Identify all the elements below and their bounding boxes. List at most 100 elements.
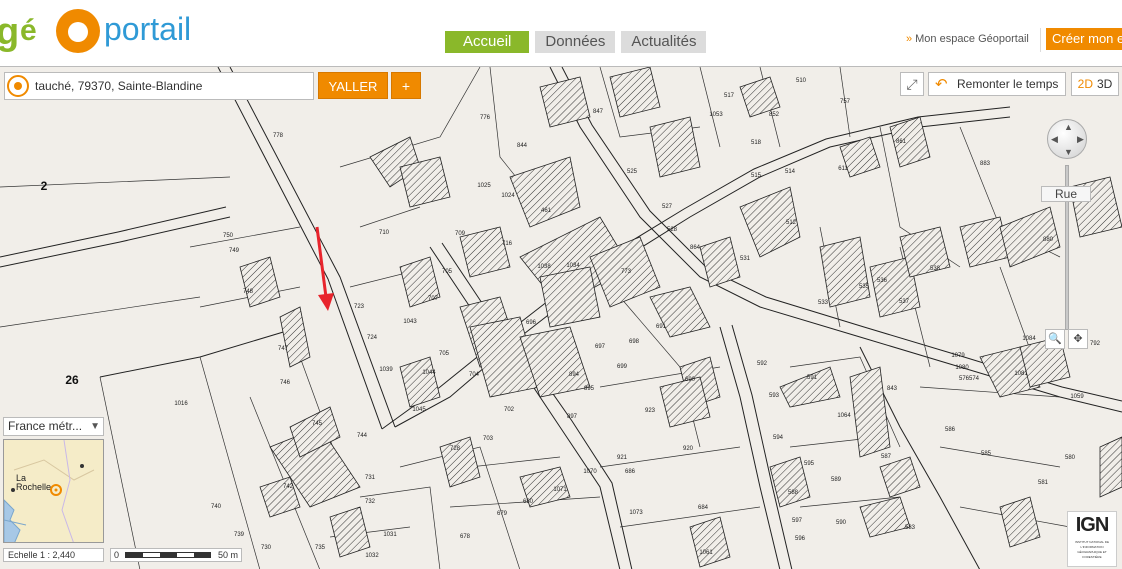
scale-start-label: 0 [114,550,120,560]
parcel-label: 861 [896,139,907,145]
parcel-label: 1079 [951,353,965,359]
parcel-label: 923 [645,408,656,414]
section-label: 26 [65,373,79,387]
tab-accueil[interactable]: Accueil [445,31,530,53]
parcel-label: 757 [840,99,851,105]
cadastral-map[interactable]: 2 26 778 776 844 847 1025 1024 461 710 7… [0,67,1122,569]
view-mode-toggle[interactable]: 2D 3D [1071,72,1119,96]
mon-espace-link[interactable]: » Mon espace Géoportail [906,33,1029,45]
parcel-label: 581 [1038,480,1049,486]
parcel-label: 536 [877,278,888,284]
pan-left-icon[interactable]: ◀ [1051,134,1058,145]
region-select[interactable]: France métr... ▼ [3,417,104,436]
section-label: 2 [41,179,48,193]
parcel-label: 535 [859,284,870,290]
parcel-label: 740 [211,504,222,510]
parcel-label: 773 [621,269,632,275]
parcel-label: 1039 [379,367,393,373]
zoom-out-icon[interactable]: ✥ [1068,329,1088,349]
create-account-button[interactable]: Créer mon e [1046,28,1122,50]
go-button[interactable]: YALLER [318,72,388,99]
parcel-label: 580 [1065,455,1076,461]
buildings [239,67,1122,568]
parcel-label: 538 [930,266,941,272]
parcel-label: 749 [229,248,240,254]
svg-text:g: g [0,11,19,53]
parcel-label: 730 [261,545,272,551]
parcel-label: 723 [354,304,365,310]
parcel-label: 883 [980,161,991,167]
parcel-label: 593 [769,393,780,399]
scale-end-label: 50 m [217,550,238,560]
mode-3d[interactable]: 3D [1097,77,1112,91]
parcel-label: 697 [595,344,606,350]
parcel-label: 583 [905,525,916,531]
parcel-label: 1031 [383,532,397,538]
parcel-label: 735 [315,545,326,551]
parcel-label: 537 [899,299,910,305]
tab-actualites[interactable]: Actualités [621,31,707,53]
parcel-label: 705 [442,269,453,275]
parcel-label: 1024 [501,193,515,199]
parcel-label: 510 [796,78,807,84]
parcel-label: 1064 [837,413,851,419]
ign-logo[interactable]: IGN INSTITUT NATIONAL DE L'INFORMATION G… [1067,511,1117,567]
search-bar [4,72,314,100]
parcel-label: 742 [283,484,294,490]
parcel-label: 710 [379,230,390,236]
scale-text: Echelle 1 : 2,440 [3,548,104,562]
zoom-in-icon[interactable]: 🔍 [1045,329,1065,349]
parcel-label: 1053 [709,112,723,118]
parcel-label: 843 [887,386,898,392]
remonter-le-temps-button[interactable]: ↶ Remonter le temps [928,72,1066,96]
parcel-label: 750 [223,233,234,239]
more-options-button[interactable]: + [391,72,421,99]
parcel-label: 533 [818,300,829,306]
parcel-label: 1070 [583,469,597,475]
parcel-label: 1043 [403,319,417,325]
parcel-label: 592 [757,361,768,367]
region-value: France métr... [8,419,83,433]
parcel-label: 699 [617,364,628,370]
svg-text:é: é [20,14,37,47]
section-labels: 2 26 [41,179,79,387]
parcel-label: 920 [683,446,694,452]
pan-down-icon[interactable]: ▼ [1064,147,1073,157]
parcel-label: 515 [751,173,762,179]
locate-icon[interactable] [7,75,29,97]
parcel-label: 594 [773,435,784,441]
overview-map[interactable]: La Rochelle [3,439,104,543]
fullscreen-icon[interactable]: ⤢ [900,72,924,96]
parcel-label: 864 [690,245,701,251]
map-viewport[interactable]: 2 26 778 776 844 847 1025 1024 461 710 7… [0,66,1122,569]
parcel-label: 728 [450,446,461,452]
parcel-label: 518 [751,140,762,146]
parcel-label: 702 [504,407,515,413]
search-input[interactable] [35,76,310,96]
geoportail-logo[interactable]: g é portail [0,4,220,56]
parcel-label: 844 [517,143,528,149]
parcel-label: 744 [357,433,368,439]
parcel-label: 732 [365,499,376,505]
pan-up-icon[interactable]: ▲ [1064,122,1073,132]
parcel-label: 709 [455,231,466,237]
tab-donnees[interactable]: Données [535,31,616,53]
parcel-label: 1081 [1014,371,1028,377]
parcel-label: 778 [273,133,284,139]
parcel-label: 1016 [174,401,188,407]
parcel-label: 1045 [412,407,426,413]
header: g é portail Accueil Données Actualités »… [0,0,1122,66]
parcel-label: 852 [769,112,780,118]
pan-right-icon[interactable]: ▶ [1077,134,1084,145]
main-nav: Accueil Données Actualités [445,31,707,53]
zoom-level-label: Rue [1041,186,1091,202]
parcel-label: 748 [243,289,254,295]
pan-compass[interactable]: ▲ ▼ ◀ ▶ [1047,119,1087,159]
mode-2d[interactable]: 2D [1078,77,1093,91]
parcel-label: 746 [280,380,291,386]
parcel-label: 724 [367,335,378,341]
parcel-label: 1059 [1070,394,1084,400]
parcel-label: 531 [740,256,751,262]
parcel-label: 703 [483,436,494,442]
parcel-label: 739 [234,532,245,538]
